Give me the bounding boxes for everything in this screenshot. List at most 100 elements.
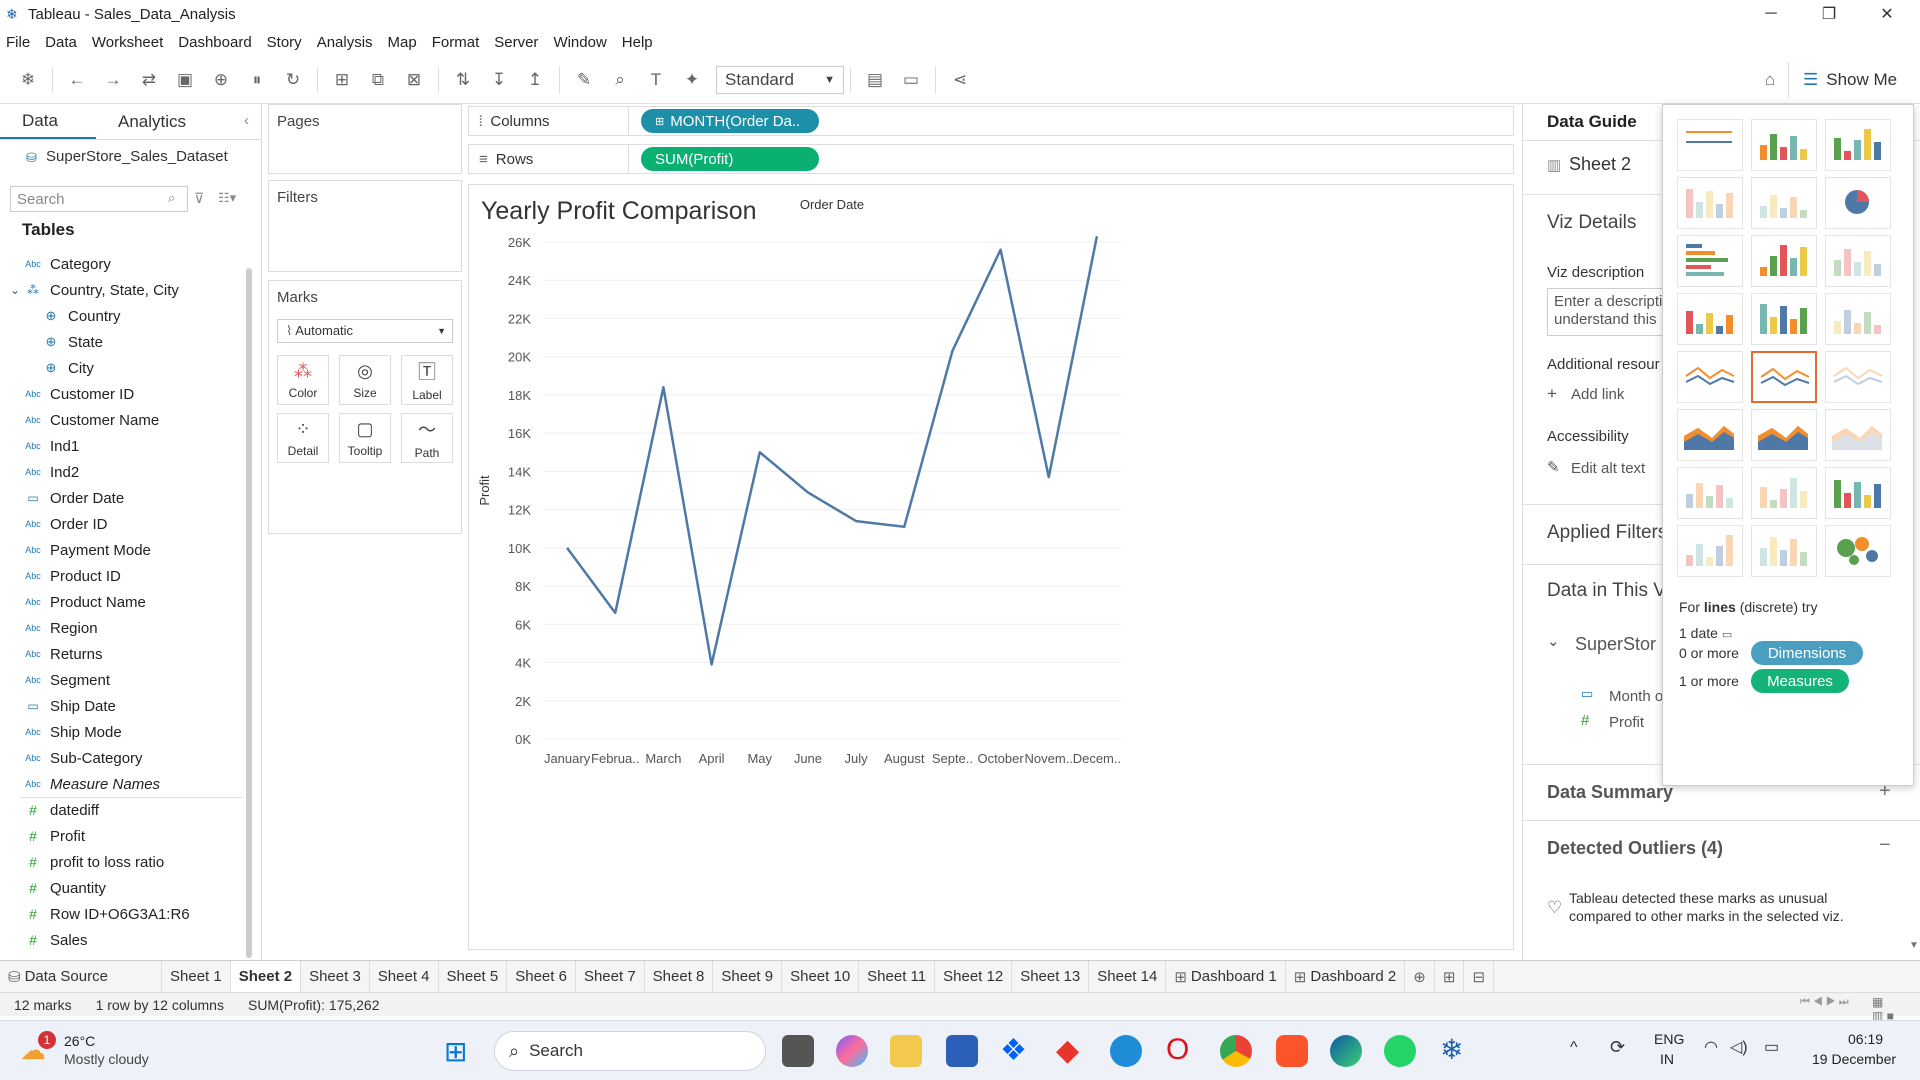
chart-type-option[interactable]	[1751, 293, 1817, 345]
field-item[interactable]: Abc Ind2	[0, 460, 245, 484]
data-summary-heading[interactable]: Data Summary	[1547, 782, 1673, 803]
field-item[interactable]: Abc Measure Names	[0, 772, 245, 796]
field-item[interactable]: ▭ Ship Date	[0, 694, 245, 718]
battery-icon[interactable]: ▭	[1764, 1037, 1779, 1057]
sheet-tab[interactable]: ⊞ Dashboard 2	[1286, 960, 1406, 993]
sheet-tab[interactable]: Sheet 8	[645, 960, 714, 993]
new-worksheet-icon[interactable]: ⊕	[1405, 960, 1435, 993]
sync-icon[interactable]: ⟳	[1610, 1037, 1625, 1058]
chart-type-option[interactable]	[1825, 351, 1891, 403]
chart-type-option[interactable]	[1751, 177, 1817, 229]
field-item[interactable]: # Profit	[0, 824, 245, 848]
field-item[interactable]: Abc Category	[0, 252, 245, 276]
clear-sheet-icon[interactable]: ⊠	[400, 66, 428, 94]
chevron-down-icon[interactable]: ⌄	[1547, 632, 1560, 650]
chevron-down-icon[interactable]: ⌄	[10, 283, 20, 297]
sheet-tab[interactable]: Sheet 14	[1089, 960, 1167, 993]
field-item[interactable]: Abc Sub-Category	[0, 746, 245, 770]
swap-rows-columns-icon[interactable]: ⇅	[449, 66, 477, 94]
task-view-icon[interactable]	[782, 1035, 814, 1067]
pause-updates-icon[interactable]: ⏸	[243, 66, 271, 94]
view-options-icon[interactable]: ☷▾	[218, 190, 236, 206]
group-icon[interactable]: ⌕	[606, 66, 634, 94]
tableau-taskbar-icon[interactable]: ❄	[1440, 1033, 1463, 1066]
taskbar-search[interactable]: ⌕ Search	[494, 1031, 766, 1071]
close-button[interactable]: ✕	[1864, 0, 1910, 28]
collapse-icon[interactable]: −	[1879, 834, 1891, 857]
filter-icon[interactable]: ⊽	[194, 190, 204, 207]
sheet-tab[interactable]: Sheet 5	[439, 960, 508, 993]
chart-type-option[interactable]	[1825, 119, 1891, 171]
menu-dashboard[interactable]: Dashboard	[178, 34, 251, 51]
field-item[interactable]: Abc Payment Mode	[0, 538, 245, 562]
sheet-tab[interactable]: Sheet 10	[782, 960, 860, 993]
format-painter-icon[interactable]: ⌂	[1756, 66, 1784, 94]
field-item[interactable]: Abc Customer ID	[0, 382, 245, 406]
sheet-tab[interactable]: Sheet 7	[576, 960, 645, 993]
columns-pill[interactable]: ⊞ MONTH(Order Da..	[641, 109, 819, 133]
tableau-home-icon[interactable]: ❄	[14, 66, 42, 94]
chart-type-option[interactable]	[1677, 119, 1743, 171]
new-worksheet-icon[interactable]: ⊞	[328, 66, 356, 94]
edge-icon[interactable]	[1330, 1035, 1362, 1067]
detail-button[interactable]: ⁘ Detail	[277, 413, 329, 463]
field-item[interactable]: # Sales	[0, 928, 245, 952]
field-item[interactable]: ⊕ Country	[0, 304, 245, 328]
chart-type-option[interactable]	[1825, 235, 1891, 287]
redo-icon[interactable]: →	[99, 66, 127, 94]
field-item[interactable]: Abc Product Name	[0, 590, 245, 614]
scrollbar[interactable]	[246, 268, 252, 958]
menu-data[interactable]: Data	[45, 34, 77, 51]
field-item[interactable]: # Quantity	[0, 876, 245, 900]
fit-mode-select[interactable]: Standard ▼	[716, 65, 844, 94]
brave-icon[interactable]	[1276, 1035, 1308, 1067]
share-icon[interactable]: ⋖	[946, 66, 974, 94]
scroll-down-icon[interactable]: ▼	[1909, 940, 1919, 951]
chart-type-option[interactable]	[1751, 351, 1817, 403]
new-story-icon[interactable]: ⊟	[1464, 960, 1495, 993]
undo-icon[interactable]: ←	[63, 66, 91, 94]
highlight-icon[interactable]: ✎	[570, 66, 598, 94]
chart-type-option[interactable]	[1825, 293, 1891, 345]
show-labels-icon[interactable]: T	[642, 66, 670, 94]
rows-shelf[interactable]: ≡ Rows SUM(Profit)	[468, 144, 1514, 174]
help-app-icon[interactable]	[1110, 1035, 1142, 1067]
columns-shelf[interactable]: ⦙ Columns ⊞ MONTH(Order Da..	[468, 106, 1514, 136]
sort-descending-icon[interactable]: ↥	[521, 66, 549, 94]
show-me-button[interactable]: ☰ Show Me	[1788, 62, 1920, 98]
field-item[interactable]: Abc Product ID	[0, 564, 245, 588]
chart-type-option[interactable]	[1825, 525, 1891, 577]
pin-axes-icon[interactable]: ✦	[678, 66, 706, 94]
rows-pill[interactable]: SUM(Profit)	[641, 147, 819, 171]
chart-type-option[interactable]	[1825, 467, 1891, 519]
field-item[interactable]: Abc Returns	[0, 642, 245, 666]
collapse-pane-icon[interactable]: ‹	[244, 112, 249, 129]
windows-start-icon[interactable]: ⊞	[444, 1035, 467, 1068]
sheet-tab[interactable]: Sheet 4	[370, 960, 439, 993]
field-item[interactable]: # profit to loss ratio	[0, 850, 245, 874]
chart-type-option[interactable]	[1677, 293, 1743, 345]
clock-date[interactable]: 19 December	[1812, 1051, 1896, 1067]
sheet-tab[interactable]: Sheet 6	[507, 960, 576, 993]
sort-ascending-icon[interactable]: ↧	[485, 66, 513, 94]
chart-type-option[interactable]	[1751, 467, 1817, 519]
field-item[interactable]: Abc Order ID	[0, 512, 245, 536]
field-item[interactable]: # datediff	[0, 798, 245, 822]
path-button[interactable]: 〜 Path	[401, 413, 453, 463]
menu-file[interactable]: File	[6, 34, 30, 51]
minimize-button[interactable]: ─	[1748, 0, 1794, 28]
field-item[interactable]: ⊕ State	[0, 330, 245, 354]
field-item[interactable]: Abc Region	[0, 616, 245, 640]
menu-format[interactable]: Format	[432, 34, 480, 51]
datasource-name[interactable]: SuperStore_Sales_Dataset	[46, 148, 228, 165]
volume-icon[interactable]: ◁)	[1730, 1037, 1748, 1057]
series-line-profit[interactable]	[566, 236, 1099, 666]
sheet-tab[interactable]: Sheet 1	[162, 960, 231, 993]
chart-type-option[interactable]	[1751, 525, 1817, 577]
presentation-mode-icon[interactable]: ▭	[897, 66, 925, 94]
sheet-tab[interactable]: Sheet 9	[713, 960, 783, 993]
file-explorer-icon[interactable]	[890, 1035, 922, 1067]
sheet-tab[interactable]: Sheet 12	[935, 960, 1013, 993]
sheet-tab[interactable]: Sheet 2	[230, 960, 302, 993]
sheet-tab[interactable]: Sheet 13	[1012, 960, 1090, 993]
